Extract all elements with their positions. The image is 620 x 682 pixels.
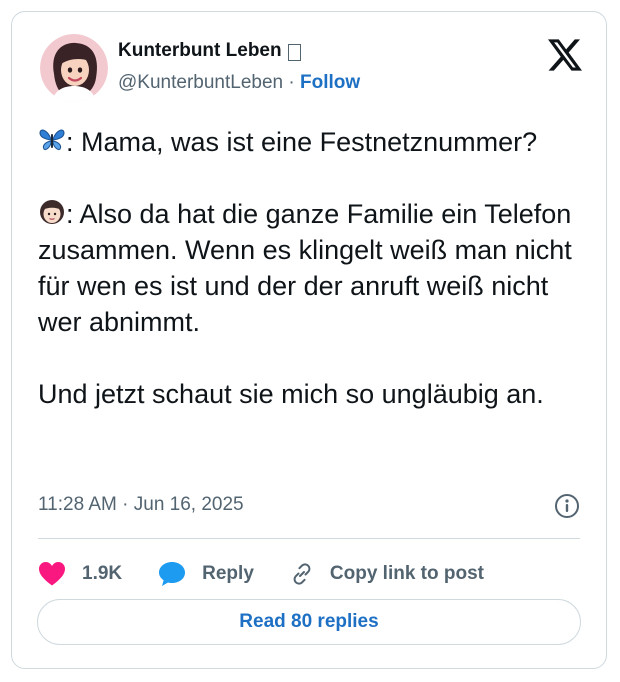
link-icon (293, 563, 311, 585)
copy-link-button[interactable]: Copy link to post (288, 560, 484, 588)
tweet-paragraph-text: : Mama, was ist eine Festnetznummer? (66, 127, 538, 157)
author-avatar[interactable] (40, 34, 108, 102)
x-logo-icon[interactable] (548, 39, 582, 71)
divider (38, 538, 580, 539)
author-name-row: Kunterbunt Leben (118, 40, 301, 62)
tweet-paragraph-text: : Also da hat die ganze Familie ein Tele… (38, 199, 572, 337)
tweet-card: Kunterbunt Leben @KunterbuntLeben · Foll… (11, 11, 607, 669)
girl-face-icon (40, 200, 64, 224)
info-icon[interactable] (554, 493, 580, 519)
speech-bubble-icon (159, 562, 186, 586)
follow-link[interactable]: Follow (300, 72, 360, 93)
tweet-timestamp[interactable]: 11:28 AM · Jun 16, 2025 (38, 494, 244, 516)
tweet-paragraph: Und jetzt schaut sie mich so ungläubig a… (38, 376, 590, 412)
like-count: 1.9K (82, 563, 123, 584)
butterfly-icon (39, 129, 65, 150)
like-button[interactable]: 1.9K (38, 561, 122, 587)
tweet-paragraph: : Mama, was ist eine Festnetznummer? (38, 124, 590, 160)
author-handle-row: @KunterbuntLeben · Follow (118, 72, 360, 94)
action-bar: 1.9K Reply Copy link to post (38, 554, 484, 594)
tweet-text: : Mama, was ist eine Festnetznummer? : A… (38, 124, 590, 412)
author-name[interactable]: Kunterbunt Leben (118, 40, 282, 62)
missing-glyph-icon (287, 43, 301, 61)
heart-icon (39, 562, 65, 586)
handle-separator: · (288, 72, 295, 93)
cartoon-woman-avatar-icon (40, 34, 108, 102)
tweet-paragraph: : Also da hat die ganze Familie ein Tele… (38, 196, 590, 340)
read-replies-button[interactable]: Read 80 replies (37, 599, 581, 645)
author-handle[interactable]: @KunterbuntLeben (118, 72, 283, 93)
tweet-paragraph-text: Und jetzt schaut sie mich so ungläubig a… (38, 379, 544, 409)
reply-label: Reply (202, 563, 254, 584)
reply-button[interactable]: Reply (158, 561, 254, 587)
copy-link-label: Copy link to post (329, 563, 484, 584)
